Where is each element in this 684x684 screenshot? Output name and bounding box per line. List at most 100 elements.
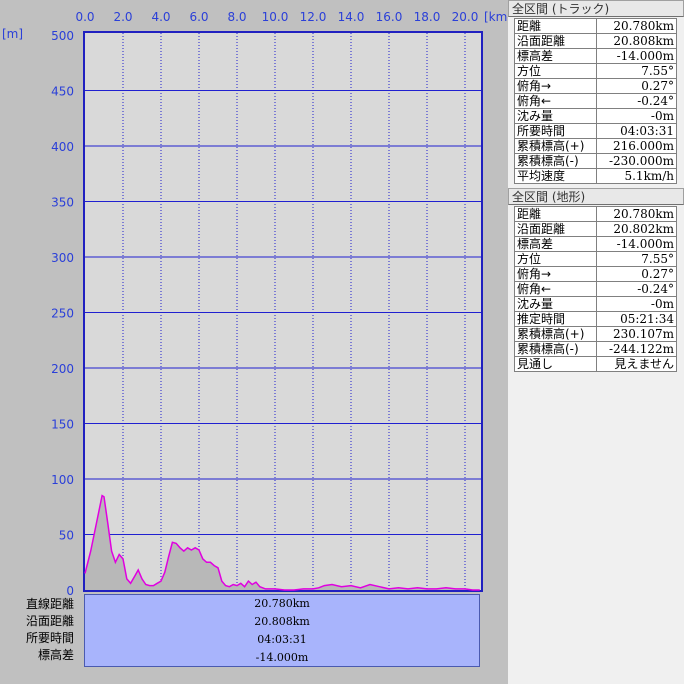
stats-label: 方位: [513, 63, 598, 79]
x-tick-labels: 0.0 2.0 4.0 6.0 8.0 10.0 12.0 14.0 16.0 18.0 20.0: [75, 10, 478, 24]
y-tick-label: 150: [51, 418, 74, 432]
stats-row: 標高差 -14.000m: [513, 48, 677, 64]
stats-label: 俯角←: [513, 281, 598, 297]
summary-box: 20.780km 20.808km 04:03:31 -14.000m: [84, 594, 480, 667]
x-tick-label: 18.0: [414, 10, 441, 24]
summary-label-straight-distance: 直線距離: [25, 597, 74, 611]
stats-label: 俯角→: [513, 78, 598, 94]
stats-label: 標高差: [513, 48, 598, 64]
stats-row: 沈み量 -0m: [513, 296, 677, 312]
stats-row: 標高差 -14.000m: [513, 236, 677, 252]
stats-value: -14.000m: [596, 236, 677, 252]
stats-panel: 全区間 (トラック) 距離 20.780km 沿面距離 20.808km 標高差 -14.…: [508, 0, 684, 684]
stats-value: 05:21:34: [596, 311, 677, 327]
stats-value: 0.27°: [596, 78, 677, 94]
stats-row: 沿面距離 20.802km: [513, 221, 677, 237]
stats-value: -230.000m: [596, 153, 677, 169]
stats-row: 累積標高(+) 216.000m: [513, 138, 677, 154]
stats-label: 沈み量: [513, 108, 598, 124]
y-tick-label: 400: [51, 140, 74, 154]
stats-row: 累積標高(+) 230.107m: [513, 326, 677, 342]
stats-value: 20.780km: [596, 206, 677, 222]
x-tick-label: 6.0: [189, 10, 208, 24]
summary-label-surface-distance: 沿面距離: [25, 614, 74, 628]
stats-value: -0.24°: [596, 281, 677, 297]
stats-label: 見通し: [513, 356, 598, 372]
stats-value: -244.122m: [596, 341, 677, 357]
stats-row: 沈み量 -0m: [513, 108, 677, 124]
summary-value-surface-distance: 20.808km: [254, 615, 310, 628]
stats-label: 俯角←: [513, 93, 598, 109]
stats-label: 沿面距離: [513, 33, 598, 49]
stats-row: 見通し 見えません: [513, 356, 677, 372]
x-tick-label: 4.0: [151, 10, 170, 24]
track-stats-table: 距離 20.780km 沿面距離 20.808km 標高差 -14.000m 方位 7.55°…: [513, 18, 677, 184]
x-tick-label: 2.0: [113, 10, 132, 24]
stats-row: 俯角← -0.24°: [513, 93, 677, 109]
stats-label: 累積標高(-): [513, 153, 598, 169]
y-tick-label: 300: [51, 251, 74, 265]
summary-label-elevation-diff: 標高差: [37, 648, 74, 662]
summary-labels: 直線距離 沿面距離 所要時間 標高差: [0, 596, 80, 664]
stats-row: 俯角← -0.24°: [513, 281, 677, 297]
x-tick-label: 8.0: [227, 10, 246, 24]
stats-value: -0m: [596, 108, 677, 124]
stats-value: -0.24°: [596, 93, 677, 109]
stats-label: 方位: [513, 251, 598, 267]
stats-value: 7.55°: [596, 251, 677, 267]
x-tick-label: 16.0: [376, 10, 403, 24]
stats-row: 所要時間 04:03:31: [513, 123, 677, 139]
stats-value: 7.55°: [596, 63, 677, 79]
stats-row: 距離 20.780km: [513, 18, 677, 34]
stats-value: 230.107m: [596, 326, 677, 342]
stats-row: 方位 7.55°: [513, 63, 677, 79]
stats-row: 累積標高(-) -244.122m: [513, 341, 677, 357]
stats-label: 沿面距離: [513, 221, 598, 237]
y-tick-label: 200: [51, 362, 74, 376]
stats-label: 推定時間: [513, 311, 598, 327]
stats-row: 俯角→ 0.27°: [513, 78, 677, 94]
stats-value: -14.000m: [596, 48, 677, 64]
stats-label: 沈み量: [513, 296, 598, 312]
stats-label: 累積標高(+): [513, 326, 598, 342]
plot-area: [83, 31, 483, 592]
stats-label: 所要時間: [513, 123, 598, 139]
x-unit-label: [km]: [484, 10, 508, 24]
x-tick-label: 0.0: [75, 10, 94, 24]
stats-row: 平均速度 5.1km/h: [513, 168, 677, 184]
stats-value: 5.1km/h: [596, 168, 677, 184]
y-tick-labels: 050100150200250300350400450500: [51, 29, 74, 598]
stats-value: -0m: [596, 296, 677, 312]
stats-row: 沿面距離 20.808km: [513, 33, 677, 49]
x-tick-label: 12.0: [300, 10, 327, 24]
x-tick-label: 20.0: [452, 10, 479, 24]
y-tick-label: 100: [51, 473, 74, 487]
stats-value: 20.780km: [596, 18, 677, 34]
stats-label: 累積標高(-): [513, 341, 598, 357]
x-tick-label: 14.0: [338, 10, 365, 24]
stats-value: 04:03:31: [596, 123, 677, 139]
y-tick-label: 500: [51, 29, 74, 43]
y-tick-label: 450: [51, 85, 74, 99]
stats-row: 累積標高(-) -230.000m: [513, 153, 677, 169]
terrain-section-header[interactable]: 全区間 (地形): [508, 188, 684, 205]
x-tick-label: 10.0: [262, 10, 289, 24]
y-tick-label: 350: [51, 196, 74, 210]
stats-label: 平均速度: [513, 168, 598, 184]
elevation-chart[interactable]: 0.0 2.0 4.0 6.0 8.0 10.0 12.0 14.0 16.0 18.0 20.0 …: [0, 0, 508, 684]
summary-label-time: 所要時間: [25, 631, 74, 645]
stats-label: 累積標高(+): [513, 138, 598, 154]
stats-label: 標高差: [513, 236, 598, 252]
stats-label: 距離: [513, 206, 598, 222]
stats-value: 20.808km: [596, 33, 677, 49]
stats-row: 俯角→ 0.27°: [513, 266, 677, 282]
y-tick-label: 250: [51, 307, 74, 321]
summary-value-time: 04:03:31: [257, 633, 307, 646]
stats-value: 0.27°: [596, 266, 677, 282]
stats-label: 距離: [513, 18, 598, 34]
y-unit-label: [m]: [2, 27, 23, 41]
track-section-header[interactable]: 全区間 (トラック): [508, 0, 684, 17]
stats-value: 20.802km: [596, 221, 677, 237]
stats-value: 216.000m: [596, 138, 677, 154]
y-tick-label: 50: [59, 529, 74, 543]
